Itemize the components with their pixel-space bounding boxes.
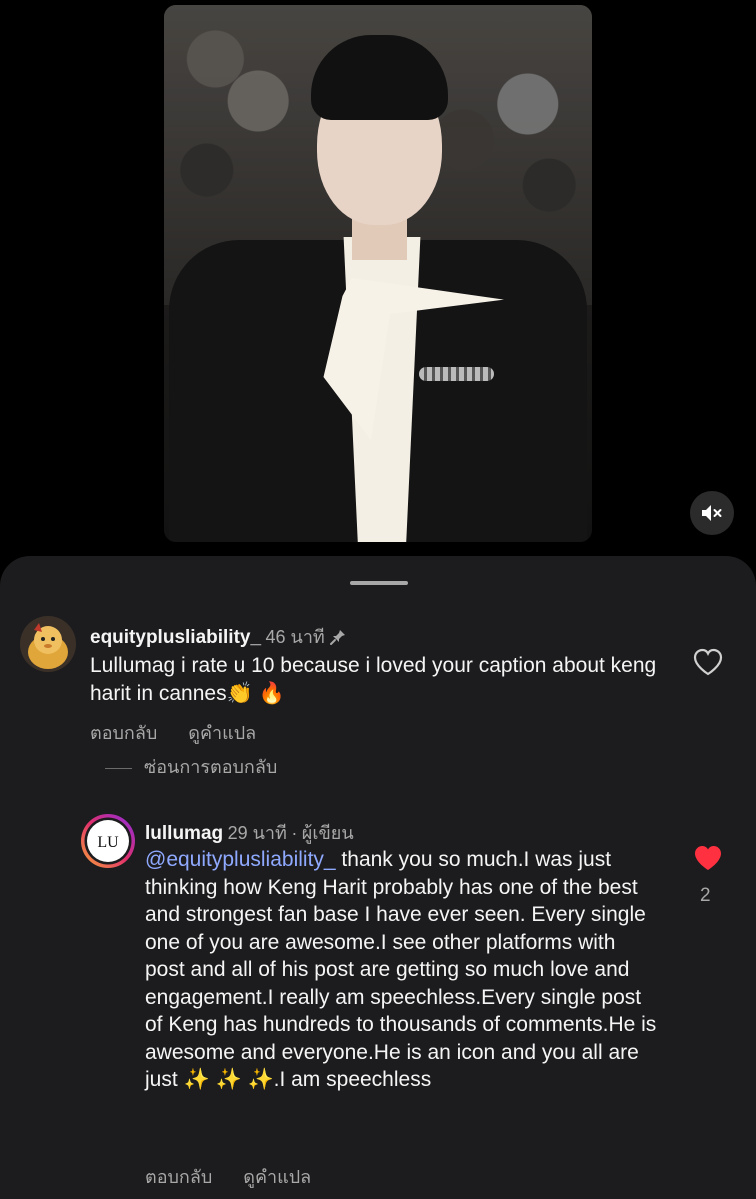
reply-actions: ตอบกลับ ดูคำแปล [145, 1162, 337, 1191]
see-translation-button[interactable]: ดูคำแปล [188, 723, 256, 743]
sheet-drag-handle[interactable] [350, 581, 408, 585]
like-count: 2 [700, 885, 711, 906]
hide-replies-button[interactable]: ซ่อนการตอบกลับ [105, 752, 277, 781]
photo-brooch [419, 367, 494, 381]
pin-icon [330, 630, 346, 645]
mute-button[interactable] [690, 491, 734, 535]
reply-text-end: ✨ ✨ ✨.I am speechless [183, 1068, 432, 1091]
reply-time: 29 นาที [227, 823, 287, 843]
reply-text: @equityplusliability_ thank you so much.… [145, 846, 660, 1094]
see-translation-button[interactable]: ดูคำแปล [243, 1167, 311, 1187]
comment-text-body: Lullumag i rate u 10 because i loved you… [90, 654, 657, 705]
reply-text-body: thank you so much.I was just thinking ho… [145, 848, 657, 1091]
avatar[interactable] [20, 616, 76, 672]
heart-outline-icon[interactable] [693, 648, 723, 676]
heart-filled-icon[interactable] [693, 844, 723, 872]
post-media-area [0, 0, 756, 560]
avatar-mascot-image [20, 616, 76, 672]
speaker-muted-icon [702, 505, 722, 521]
author-badge: ผู้เขียน [301, 823, 354, 843]
reply-button[interactable]: ตอบกลับ [145, 1167, 212, 1187]
post-photo[interactable] [164, 5, 592, 542]
comment-username[interactable]: equityplusliability_ [90, 627, 261, 648]
reply-header: lullumag 29 นาที · ผู้เขียน [145, 818, 354, 847]
svg-text:LU: LU [97, 834, 119, 851]
comment-text: Lullumag i rate u 10 because i loved you… [90, 652, 670, 707]
comments-sheet: equityplusliability_ 46 นาที Lullumag i … [0, 556, 756, 1199]
avatar-lullumag-logo: LU [81, 814, 135, 868]
reply-button[interactable]: ตอบกลับ [90, 723, 157, 743]
meta-separator: · [291, 823, 298, 843]
comment-header: equityplusliability_ 46 นาที [90, 622, 347, 651]
hide-replies-divider [105, 767, 132, 769]
hide-replies-label: ซ่อนการตอบกลับ [144, 757, 278, 777]
comment-actions: ตอบกลับ ดูคำแปล [90, 718, 282, 747]
comment-time: 46 นาที [265, 627, 325, 647]
avatar[interactable]: LU [80, 813, 136, 869]
reply-username[interactable]: lullumag [145, 823, 223, 844]
comment-emoji: 👏 🔥 [226, 681, 285, 705]
mention-link[interactable]: @equityplusliability_ [145, 848, 336, 871]
